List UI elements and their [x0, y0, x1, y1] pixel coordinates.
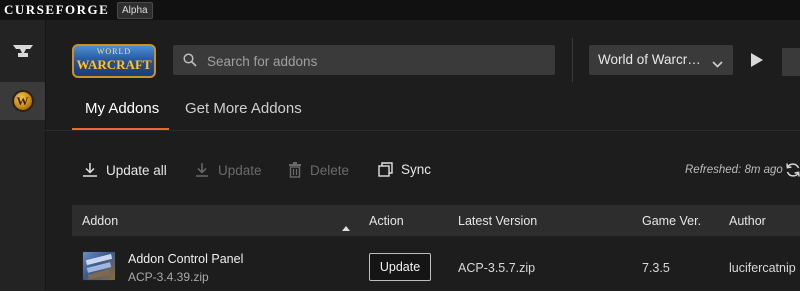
sidebar-item-home[interactable]	[0, 34, 45, 72]
update-label: Update	[218, 162, 262, 178]
update-all-label: Update all	[106, 162, 167, 178]
tab-get-more-addons[interactable]: Get More Addons	[185, 100, 302, 117]
trash-icon	[289, 162, 301, 178]
download-icon	[196, 163, 208, 177]
tabs-divider	[45, 130, 800, 131]
game-version-cell: 7.3.5	[642, 261, 670, 275]
search-icon	[183, 53, 197, 72]
chevron-down-icon	[712, 55, 723, 73]
table-row[interactable]: Addon Control Panel ACP-3.4.39.zip Updat…	[72, 238, 800, 291]
refresh-button[interactable]	[785, 162, 800, 183]
addon-books-icon	[82, 251, 116, 281]
addon-name[interactable]: Addon Control Panel	[128, 252, 243, 266]
alpha-badge: Alpha	[117, 2, 153, 19]
addon-file: ACP-3.4.39.zip	[128, 270, 209, 284]
sort-ascending-icon[interactable]	[342, 218, 350, 236]
game-version-select[interactable]: World of Warcr…	[589, 45, 733, 75]
row-update-button[interactable]: Update	[369, 253, 431, 281]
addons-table-header: Addon Action Latest Version Game Ver. Au…	[72, 205, 800, 236]
refreshed-status: Refreshed: 8m ago	[685, 164, 783, 176]
game-sidebar: W	[0, 20, 46, 291]
game-logo-line1: WORLD	[96, 47, 132, 56]
title-bar: CURSEFORGE Alpha	[0, 0, 800, 20]
more-options-button[interactable]	[782, 48, 800, 76]
game-select-value: World of Warcr…	[598, 52, 701, 67]
sync-icon	[378, 162, 393, 177]
latest-version-cell: ACP-3.5.7.zip	[458, 261, 536, 275]
active-tab-indicator	[72, 128, 169, 130]
anvil-icon	[12, 44, 34, 63]
column-header-game-version[interactable]: Game Ver.	[642, 214, 701, 228]
delete-button[interactable]: Delete	[288, 162, 349, 178]
author-cell: lucifercatnip	[729, 261, 796, 275]
game-logo: WORLD WARCRAFT	[72, 44, 156, 78]
play-button[interactable]	[750, 52, 764, 73]
column-header-addon[interactable]: Addon	[82, 214, 118, 228]
column-header-latest-version[interactable]: Latest Version	[458, 214, 537, 228]
play-icon	[751, 53, 763, 67]
refresh-icon	[786, 163, 800, 177]
search-input[interactable]	[205, 45, 549, 77]
delete-label: Delete	[310, 162, 350, 178]
sidebar-item-world-of-warcraft[interactable]: W	[0, 82, 45, 120]
sync-button[interactable]: Sync	[378, 162, 431, 177]
download-icon	[83, 163, 97, 177]
column-header-action[interactable]: Action	[369, 214, 404, 228]
update-button[interactable]: Update	[194, 162, 262, 178]
game-logo-line2: WARCRAFT	[76, 57, 152, 72]
search-box[interactable]	[173, 45, 555, 77]
header-divider	[572, 38, 573, 82]
tab-my-addons[interactable]: My Addons	[85, 100, 159, 117]
update-all-button[interactable]: Update all	[82, 162, 167, 178]
world-of-warcraft-icon: W	[11, 90, 34, 112]
column-header-author[interactable]: Author	[729, 214, 766, 228]
app-logo: CURSEFORGE	[4, 2, 110, 17]
sync-label: Sync	[401, 162, 432, 177]
